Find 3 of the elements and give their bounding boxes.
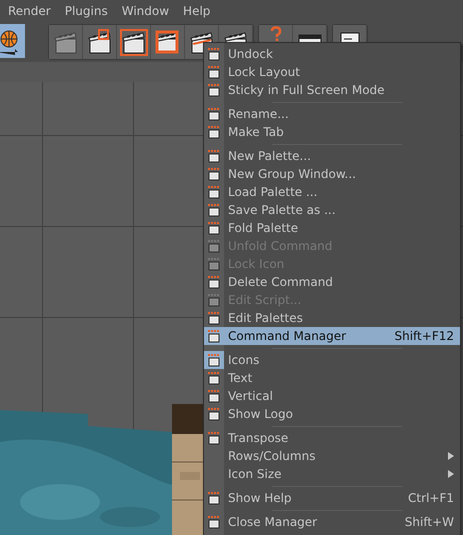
shortcut-text: Ctrl+F1	[408, 490, 454, 507]
shortcut-text: Shift+F12	[394, 328, 454, 345]
shortcut-text: Shift+W	[404, 514, 454, 531]
